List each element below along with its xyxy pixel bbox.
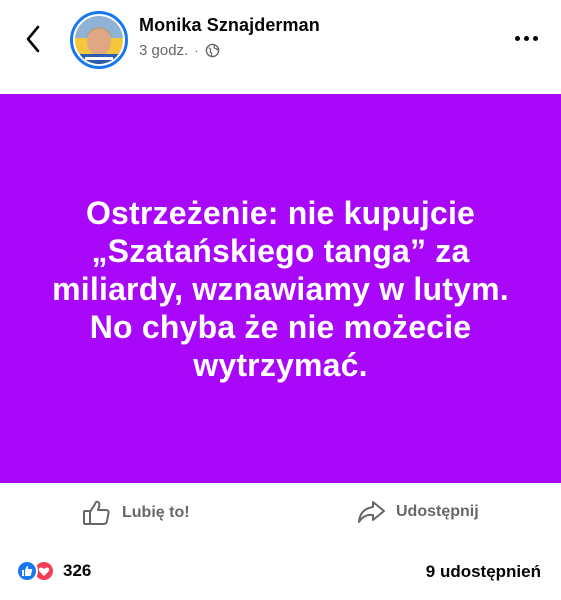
- thumbs-up-icon: [83, 500, 110, 525]
- post-header: Monika Sznajderman 3 godz. ·: [0, 0, 561, 94]
- chevron-left-icon: [26, 25, 40, 53]
- more-options-button[interactable]: [509, 26, 543, 50]
- back-button[interactable]: [18, 22, 48, 56]
- post-time[interactable]: 3 godz.: [139, 42, 188, 59]
- reaction-count: 326: [63, 561, 92, 580]
- shares-count[interactable]: 9 udostępnień: [426, 562, 541, 582]
- avatar-image: [75, 16, 123, 64]
- post-content[interactable]: Ostrzeżenie: nie kupujcie „Szatańskiego …: [0, 94, 561, 483]
- post-stats: 326 9 udostępnień: [0, 552, 561, 592]
- author-name[interactable]: Monika Sznajderman: [139, 15, 320, 36]
- post-text: Ostrzeżenie: nie kupujcie „Szatańskiego …: [52, 194, 509, 383]
- post-meta: 3 godz. ·: [139, 42, 220, 59]
- reactions-summary[interactable]: 326: [16, 560, 91, 582]
- share-label: Udostępnij: [396, 503, 479, 520]
- globe-icon: [205, 43, 219, 58]
- more-dots-icon: [514, 35, 520, 41]
- action-bar: Lubię to! Udostępnij: [0, 483, 561, 543]
- like-reaction-icon: [16, 560, 38, 582]
- like-button[interactable]: Lubię to!: [82, 499, 190, 527]
- meta-separator: ·: [194, 43, 199, 58]
- like-label: Lubię to!: [122, 504, 190, 521]
- share-button[interactable]: Udostępnij: [356, 499, 479, 525]
- share-arrow-icon: [358, 501, 385, 523]
- avatar[interactable]: [70, 11, 128, 69]
